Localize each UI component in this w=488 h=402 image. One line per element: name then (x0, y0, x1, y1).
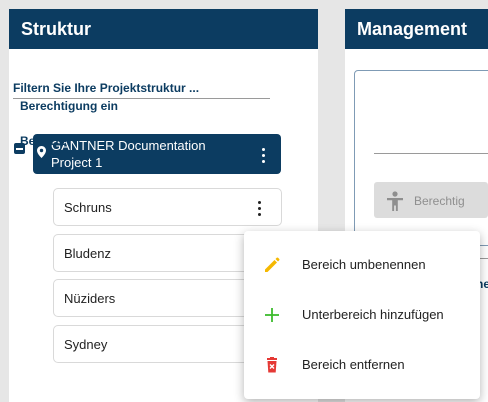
user-field-underline (374, 153, 488, 154)
permission-button-label: Berechtig (414, 194, 465, 208)
tree-node-child-label: Bludenz (64, 246, 111, 261)
tree-node-child-label: Sydney (64, 337, 108, 352)
tree-node-child-label: Schruns (64, 200, 112, 215)
more-vert-icon[interactable] (251, 198, 267, 218)
tree-node-child-label: Nüziders (64, 291, 116, 306)
person-icon (387, 191, 403, 211)
filter-input[interactable]: Filtern Sie Ihre Projektstruktur ... (13, 81, 199, 95)
menu-item-remove[interactable]: Bereich entfernen (244, 341, 480, 389)
permission-heading: Berechtigung ein (20, 99, 119, 113)
trash-icon (267, 357, 277, 373)
menu-item-rename[interactable]: Bereich umbenennen (244, 241, 480, 289)
structure-panel-title: Struktur (9, 9, 318, 49)
menu-item-label: Bereich entfernen (302, 357, 405, 372)
user-field-label[interactable]: Benutzer (20, 134, 71, 148)
tree-node-root-label: GANTNER Documentation Project 1 (51, 138, 206, 170)
context-menu: Bereich umbenennen Unterbereich hinzufüg… (244, 231, 480, 399)
menu-item-add-subarea[interactable]: Unterbereich hinzufügen (244, 291, 480, 339)
plus-icon (265, 308, 279, 322)
tree-node-child[interactable]: Schruns (53, 188, 282, 226)
permission-card (354, 70, 488, 246)
permission-button[interactable]: Berechtig (374, 182, 488, 218)
menu-item-label: Bereich umbenennen (302, 257, 426, 272)
pencil-icon (265, 257, 280, 272)
management-panel-title: Management (345, 9, 488, 49)
menu-item-label: Unterbereich hinzufügen (302, 307, 444, 322)
more-vert-icon[interactable] (255, 145, 271, 165)
